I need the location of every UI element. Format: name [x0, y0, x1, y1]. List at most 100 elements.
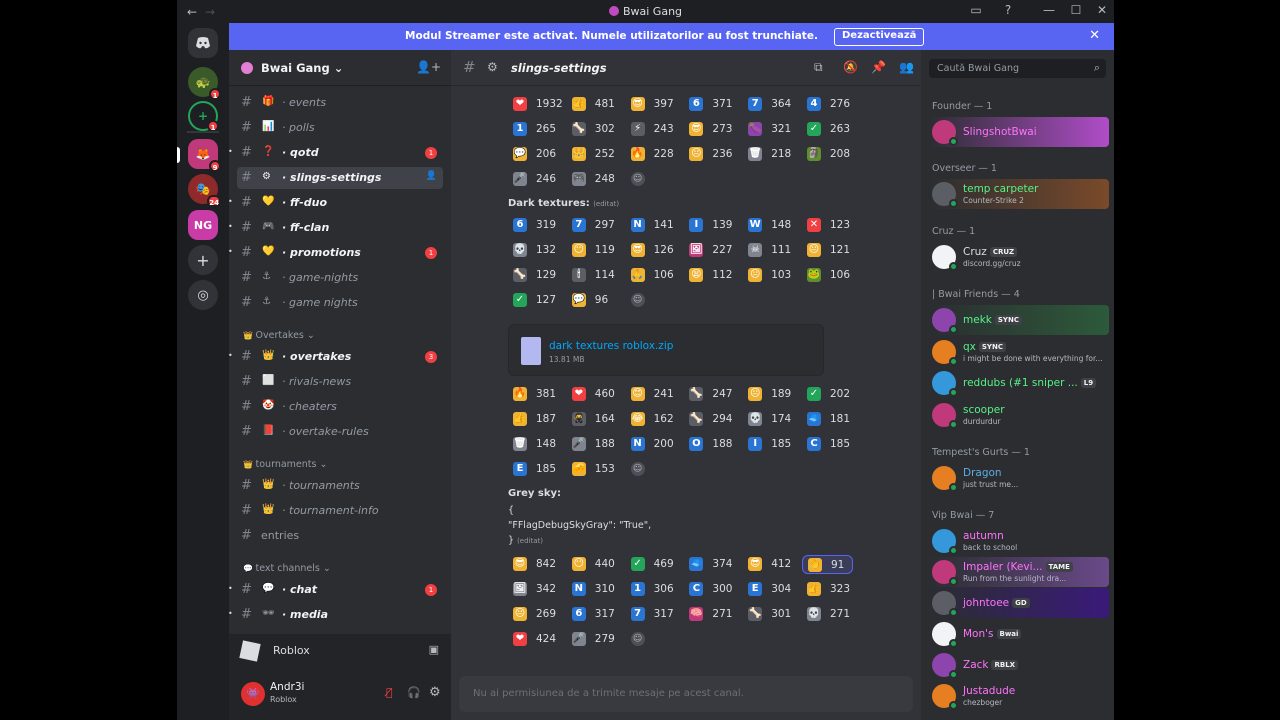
reaction-button[interactable]: ❤ 460 — [567, 385, 618, 404]
server-turtle-icon[interactable]: 🐢 1 — [188, 67, 221, 100]
reaction-button[interactable]: 👍 481 — [567, 95, 618, 114]
headphones-icon[interactable]: 🎧 — [407, 686, 421, 699]
notification-bell-icon[interactable]: 🔕 — [843, 60, 858, 74]
search-input[interactable]: Caută Bwai Gang ⌕ — [929, 59, 1106, 78]
channel-events[interactable]: # 🎁 · events — [237, 92, 443, 114]
channel-overtakes[interactable]: • # 👑 · overtakes 3 — [229, 346, 443, 368]
reaction-button[interactable]: 😫 112 — [684, 266, 735, 285]
reaction-button[interactable]: 😐 189 — [743, 385, 794, 404]
channel-polls[interactable]: # 📊 · polls — [237, 117, 443, 139]
member-item[interactable]: Justadude chezboger — [929, 681, 1109, 711]
add-reaction-icon[interactable]: ☺ — [630, 172, 645, 186]
reaction-button[interactable]: 🕯 114 — [567, 266, 618, 285]
screen-share-icon[interactable]: ▣ — [429, 643, 439, 656]
channel-qotd[interactable]: • # ❓ · qotd 1 — [229, 142, 443, 164]
reaction-button[interactable]: 🗿 208 — [802, 145, 853, 164]
channel-tournaments[interactable]: # 👑 · tournaments — [237, 475, 443, 497]
reaction-button[interactable]: E 304 — [743, 580, 794, 599]
reaction-button[interactable]: 1 306 — [626, 580, 677, 599]
reaction-button[interactable]: 7 364 — [743, 95, 794, 114]
mute-mic-icon[interactable]: 🎙̸ — [386, 686, 393, 699]
channel-entries[interactable]: # entries — [237, 525, 443, 547]
channel-rivals-news[interactable]: # ⬜ · rivals-news — [237, 371, 443, 393]
reaction-button[interactable]: 6 371 — [684, 95, 735, 114]
banner-close-icon[interactable]: ✕ — [1089, 28, 1100, 43]
reaction-button[interactable]: 🎮 248 — [567, 170, 618, 189]
maximize-button[interactable]: ☐ — [1068, 3, 1084, 19]
inbox-icon[interactable]: ▭ — [968, 3, 984, 19]
reaction-button[interactable]: 💬 206 — [508, 145, 559, 164]
member-item[interactable]: autumn back to school — [929, 526, 1109, 556]
reaction-button[interactable]: 😊 241 — [626, 385, 677, 404]
channel-ff-duo[interactable]: • # 💛 · ff-duo — [229, 192, 443, 214]
reaction-button[interactable]: ✓ 263 — [802, 120, 853, 139]
category-header[interactable]: 💬 text channels ⌄ — [243, 563, 331, 574]
member-item[interactable]: mekk SYNC — [929, 305, 1109, 335]
user-avatar[interactable]: 👾 — [241, 682, 265, 706]
add-reaction-icon[interactable]: ☺ — [630, 462, 645, 476]
reaction-button[interactable]: 🦴 294 — [684, 410, 735, 429]
server-header[interactable]: Bwai Gang ⌄ 👤+ — [229, 50, 451, 86]
channel-ff-clan[interactable]: • # 🎮 · ff-clan — [229, 217, 443, 239]
reaction-button[interactable]: C 185 — [802, 435, 853, 454]
help-icon[interactable]: ? — [1000, 3, 1016, 19]
reaction-button[interactable]: I 139 — [684, 216, 735, 235]
channel-game-nights[interactable]: # ⚓ · game nights — [237, 292, 443, 314]
add-server-icon[interactable]: + — [188, 245, 218, 275]
reaction-button[interactable]: ❤ 424 — [508, 630, 559, 649]
member-item[interactable]: scooper durdurdur — [929, 400, 1109, 430]
reaction-button[interactable]: ✓ 469 — [626, 555, 677, 574]
reaction-button[interactable]: 🦴 129 — [508, 266, 559, 285]
attachment-name[interactable]: dark textures roblox.zip — [549, 340, 673, 352]
channel-chat[interactable]: • # 💬 · chat 1 — [229, 579, 443, 601]
reaction-button[interactable]: 😎 842 — [508, 555, 559, 574]
reaction-button[interactable]: 7 297 — [567, 216, 618, 235]
threads-icon[interactable]: ⧉ — [814, 60, 823, 75]
reaction-button[interactable]: 👍 323 — [802, 580, 853, 599]
reaction-button[interactable]: 💀 174 — [743, 410, 794, 429]
reaction-button[interactable]: 😐 103 — [743, 266, 794, 285]
reaction-button[interactable]: ✓ 202 — [802, 385, 853, 404]
reaction-button[interactable]: 🧠 271 — [684, 605, 735, 624]
reaction-button[interactable]: ❤ 1932 — [508, 95, 563, 114]
member-item[interactable]: Cruz CRUZ discord.gg/cruz — [929, 242, 1109, 272]
add-reaction-icon[interactable]: ☺ — [630, 293, 645, 307]
reaction-button[interactable]: 🎤 188 — [567, 435, 618, 454]
reaction-button[interactable]: 7 317 — [626, 605, 677, 624]
reaction-button[interactable]: 👑 252 — [567, 145, 618, 164]
member-item[interactable]: johntoee GD — [929, 588, 1109, 618]
reaction-button[interactable]: I 185 — [743, 435, 794, 454]
reaction-button[interactable]: 👏 91 — [802, 555, 853, 574]
member-item[interactable]: temp carpeter Counter-Strike 2 — [929, 179, 1109, 209]
member-item[interactable]: reddubs (#1 sniper ... L9 — [929, 368, 1109, 398]
invite-people-icon[interactable]: 👤+ — [416, 60, 441, 74]
discord-home-icon[interactable] — [188, 28, 218, 58]
reaction-button[interactable]: 😐 121 — [802, 241, 853, 260]
reaction-button[interactable]: 🍆 321 — [743, 120, 794, 139]
category-header[interactable]: 👑 Overtakes ⌄ — [243, 330, 315, 341]
reaction-button[interactable]: 🐸 106 — [802, 266, 853, 285]
channel-promotions[interactable]: • # 💛 · promotions 1 — [229, 242, 443, 264]
reaction-button[interactable]: 😐 269 — [508, 605, 559, 624]
reaction-button[interactable]: 😂 162 — [626, 410, 677, 429]
user-settings-gear-icon[interactable]: ⚙ — [429, 685, 441, 700]
reaction-button[interactable]: 6 319 — [508, 216, 559, 235]
reaction-button[interactable]: ⚡ 243 — [626, 120, 677, 139]
member-item[interactable]: Zack RBLX — [929, 650, 1109, 680]
reaction-button[interactable]: 🥷 164 — [567, 410, 618, 429]
reaction-button[interactable]: 😎 126 — [626, 241, 677, 260]
channel-game-nights[interactable]: # ⚓ · game-nights — [237, 267, 443, 289]
reaction-button[interactable]: 🖼 342 — [508, 580, 559, 599]
reaction-button[interactable]: 🦴 302 — [567, 120, 618, 139]
reaction-button[interactable]: 🗑 148 — [508, 435, 559, 454]
add-reaction-icon[interactable]: ☺ — [630, 632, 645, 646]
reaction-button[interactable]: 🗑 218 — [743, 145, 794, 164]
reaction-button[interactable]: 🦴 301 — [743, 605, 794, 624]
reaction-button[interactable]: 😶 119 — [567, 241, 618, 260]
server-ng-icon[interactable]: NG — [188, 210, 218, 240]
reaction-button[interactable]: 🙏 106 — [626, 266, 677, 285]
reaction-button[interactable]: 4 276 — [802, 95, 853, 114]
reaction-button[interactable]: 😎 412 — [743, 555, 794, 574]
server-red-icon[interactable]: 🎭 24 — [188, 174, 221, 207]
reaction-button[interactable]: 🧢 181 — [802, 410, 853, 429]
